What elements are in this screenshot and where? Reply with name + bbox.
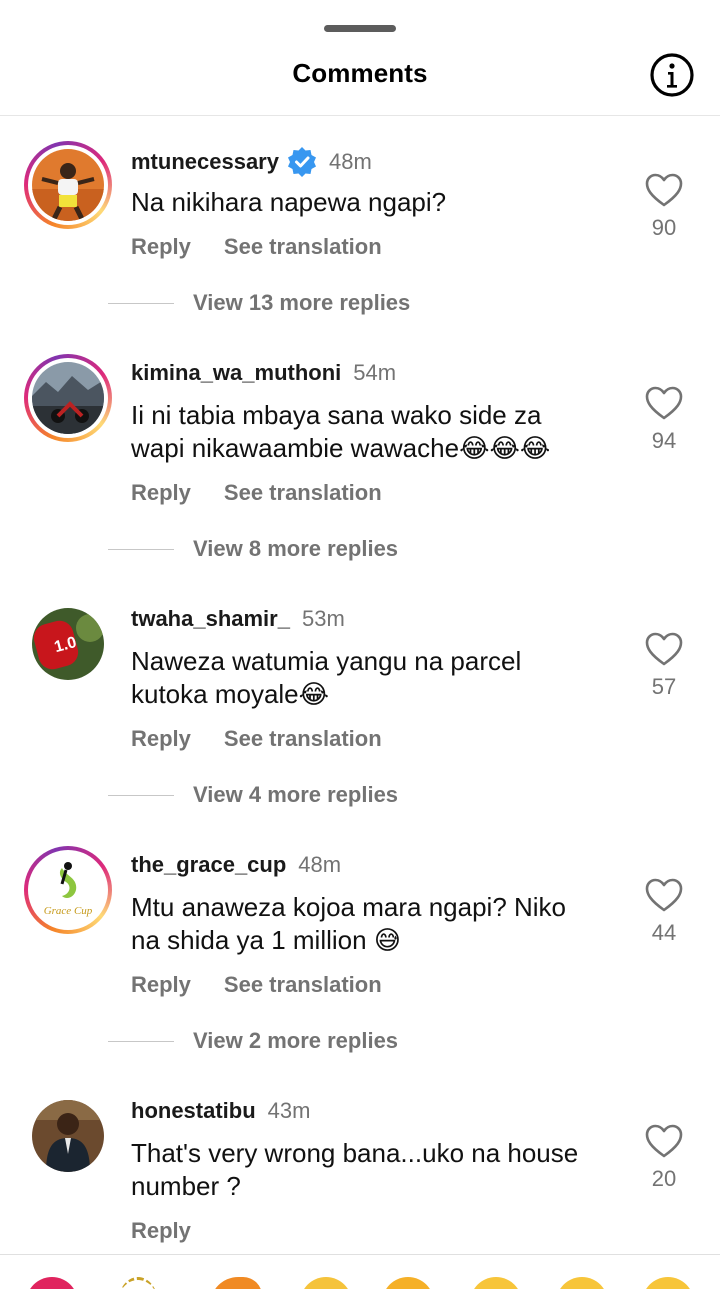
reply-button[interactable]: Reply xyxy=(131,972,191,998)
comment-text-line: Naweza watumia yangu na parcel xyxy=(131,646,522,676)
comment-text: Na nikihara napewa ngapi? xyxy=(131,187,447,217)
username[interactable]: kimina_wa_muthoni xyxy=(131,360,341,386)
laughing-face-reaction-icon[interactable] xyxy=(642,1277,694,1289)
heart-eyes-reaction-icon[interactable] xyxy=(470,1277,522,1289)
view-replies-button[interactable]: View 8 more replies xyxy=(108,536,398,562)
reply-button[interactable]: Reply xyxy=(131,1218,191,1244)
heart-icon[interactable] xyxy=(645,386,683,420)
like-count: 20 xyxy=(651,1166,677,1191)
see-translation-button[interactable]: See translation xyxy=(224,480,382,506)
emoji-sweat-smile: 😅 xyxy=(373,925,401,955)
fire-reaction-icon[interactable] xyxy=(210,1277,262,1289)
replies-divider xyxy=(108,1040,174,1042)
avatar[interactable] xyxy=(24,354,112,442)
view-replies-button[interactable]: View 13 more replies xyxy=(108,290,410,316)
comment-time: 53m xyxy=(301,606,345,631)
comment-text-line: wapi nikawaambie wawache xyxy=(131,433,460,463)
reply-button[interactable]: Reply xyxy=(131,234,191,260)
red-heart-reaction-icon[interactable] xyxy=(26,1277,78,1289)
emoji-laughing: 😂😂😂 xyxy=(459,433,551,463)
reply-button[interactable]: Reply xyxy=(131,726,191,752)
view-replies-label: View 2 more replies xyxy=(193,1028,399,1053)
view-replies-label: View 13 more replies xyxy=(193,290,411,315)
comment-text-line: Ii ni tabia mbaya sana wako side za xyxy=(131,400,542,430)
verified-badge-icon xyxy=(287,147,316,177)
username[interactable]: mtunecessary xyxy=(131,149,279,175)
username[interactable]: twaha_shamir_ xyxy=(131,606,290,632)
view-replies-button[interactable]: View 2 more replies xyxy=(108,1028,398,1054)
like-count: 90 xyxy=(651,215,677,240)
comment-text: Ii ni tabia mbaya sana wako side za wapi… xyxy=(131,399,621,465)
view-replies-button[interactable]: View 4 more replies xyxy=(108,782,398,808)
comment-time: 43m xyxy=(267,1098,311,1123)
comment-text-line: That's very wrong bana...uko na house xyxy=(131,1138,579,1168)
crying-face-reaction-icon[interactable] xyxy=(382,1277,434,1289)
comment-text-line: Mtu anaweza kojoa mara ngapi? Niko xyxy=(131,892,567,922)
avatar[interactable]: 1.0 xyxy=(24,600,112,688)
see-translation-button[interactable]: See translation xyxy=(224,234,382,260)
surprised-face-reaction-icon[interactable] xyxy=(556,1277,608,1289)
grace-cup-logo: Grace Cup xyxy=(32,854,104,926)
see-translation-button[interactable]: See translation xyxy=(224,972,382,998)
page-title: Comments xyxy=(292,58,428,88)
clapping-hands-reaction-icon[interactable] xyxy=(300,1277,352,1289)
replies-divider xyxy=(108,794,174,796)
comment-time: 48m xyxy=(328,149,372,174)
heart-icon[interactable] xyxy=(645,878,683,912)
emoji-laughing: 😂 xyxy=(298,679,330,709)
comment-text: Naweza watumia yangu na parcel kutoka mo… xyxy=(131,645,621,711)
heart-icon[interactable] xyxy=(645,632,683,666)
see-translation-button[interactable]: See translation xyxy=(224,726,382,752)
comment-text: That's very wrong bana...uko na house nu… xyxy=(131,1137,621,1203)
comment-text-line: na shida ya 1 million xyxy=(131,925,374,955)
avatar[interactable] xyxy=(24,141,112,229)
avatar[interactable] xyxy=(24,1092,112,1180)
like-count: 94 xyxy=(651,428,677,453)
comment-text: Mtu anaweza kojoa mara ngapi? Niko na sh… xyxy=(131,891,621,957)
view-replies-label: View 8 more replies xyxy=(193,536,399,561)
raised-hands-reaction-icon[interactable] xyxy=(118,1277,158,1289)
username[interactable]: honestatibu xyxy=(131,1098,256,1124)
quick-reaction-bar xyxy=(0,1254,720,1289)
comment-text-line: kutoka moyale xyxy=(131,679,299,709)
comment-text-line: number ? xyxy=(131,1171,241,1201)
svg-text:Grace Cup: Grace Cup xyxy=(44,905,93,917)
view-replies-label: View 4 more replies xyxy=(193,782,399,807)
replies-divider xyxy=(108,548,174,550)
info-icon[interactable] xyxy=(649,52,695,98)
like-count: 57 xyxy=(651,674,677,699)
drag-handle[interactable] xyxy=(324,25,396,32)
replies-divider xyxy=(108,302,174,304)
avatar[interactable]: Grace Cup xyxy=(24,846,112,934)
reply-button[interactable]: Reply xyxy=(131,480,191,506)
username[interactable]: the_grace_cup xyxy=(131,852,286,878)
comment-time: 48m xyxy=(298,852,342,877)
heart-icon[interactable] xyxy=(645,173,683,207)
heart-icon[interactable] xyxy=(645,1124,683,1158)
like-count: 44 xyxy=(651,920,677,945)
comment-time: 54m xyxy=(353,360,397,385)
comments-header: Comments xyxy=(0,0,720,116)
